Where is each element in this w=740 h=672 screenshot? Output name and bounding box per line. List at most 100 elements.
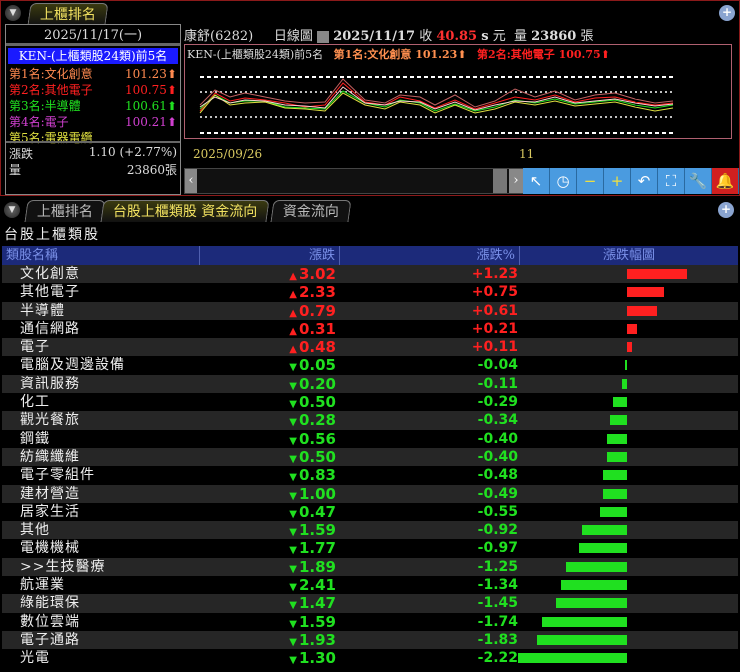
clock-icon[interactable]: ◷ bbox=[550, 168, 577, 194]
pct-bar bbox=[602, 488, 627, 499]
zoom-in-icon-2[interactable]: + bbox=[718, 202, 734, 218]
tab-otc-sector-flow[interactable]: 台股上櫃類股 資金流向 bbox=[100, 200, 270, 222]
table-row[interactable]: 電機機械 ▼ 1.77 -0.97 bbox=[2, 539, 738, 557]
table-row[interactable]: 紡織纖維 ▼ 0.50 -0.40 bbox=[2, 447, 738, 467]
sector-name: 建材營造 bbox=[20, 485, 80, 502]
cursor-icon[interactable]: ↖ bbox=[523, 168, 550, 194]
change-value: 3.02 bbox=[298, 265, 336, 283]
zoom-plus-icon[interactable]: + bbox=[604, 168, 631, 194]
col-change[interactable]: 漲跌 bbox=[200, 246, 340, 265]
sector-name: 其他電子 bbox=[20, 284, 80, 301]
pct-value: -2.22 bbox=[477, 650, 518, 667]
pct-value: -0.34 bbox=[477, 412, 518, 429]
table-row[interactable]: 化工 ▼ 0.50 -0.29 bbox=[2, 393, 738, 411]
table-row[interactable]: 半導體 ▲ 0.79 +0.61 bbox=[2, 301, 738, 320]
table-row[interactable]: 光電 ▼ 1.30 -2.22 bbox=[2, 649, 738, 667]
col-pct[interactable]: 漲跌% bbox=[340, 246, 520, 265]
table-row[interactable]: 電子通路 ▼ 1.93 -1.83 bbox=[2, 630, 738, 650]
menu-dropdown-icon-2[interactable]: ▼ bbox=[4, 202, 20, 218]
change-value: 0.79 bbox=[298, 301, 336, 320]
sector-name: 綠能環保 bbox=[20, 595, 80, 612]
table-row[interactable]: 數位雲端 ▼ 1.59 -1.74 bbox=[2, 613, 738, 631]
chart-type-dropdown[interactable] bbox=[317, 30, 330, 43]
rank-label: 第1名:文化創意 bbox=[9, 67, 93, 81]
pct-bar bbox=[610, 415, 627, 426]
table-row[interactable]: 資訊服務 ▼ 0.20 -0.11 bbox=[2, 374, 738, 394]
settings-wrench-icon[interactable]: 🔧 bbox=[685, 168, 712, 194]
table-row[interactable]: 建材營造 ▼ 1.00 -0.49 bbox=[2, 484, 738, 503]
table-row[interactable]: 電子零組件 ▼ 0.83 -0.48 bbox=[2, 466, 738, 484]
tab-otc-ranking[interactable]: 上櫃排名 bbox=[27, 3, 109, 25]
pct-bar bbox=[555, 598, 627, 609]
chart-scrollbar[interactable]: ‹ › bbox=[184, 168, 524, 194]
table-row[interactable]: 居家生活 ▼ 0.47 -0.55 bbox=[2, 503, 738, 521]
change-value: 0.83 bbox=[298, 466, 336, 485]
table-row[interactable]: 文化創意 ▲ 3.02 +1.23 bbox=[2, 265, 738, 284]
pct-value: +0.11 bbox=[471, 339, 518, 356]
table-row[interactable]: 綠能環保 ▼ 1.47 -1.45 bbox=[2, 594, 738, 613]
pct-value: -0.92 bbox=[477, 522, 518, 539]
scroll-right-button[interactable]: › bbox=[509, 169, 523, 193]
fit-screen-icon[interactable]: ⛶ bbox=[658, 168, 685, 194]
pct-bar bbox=[561, 580, 627, 591]
list-title: KEN-(上櫃類股24類)前5名 bbox=[8, 48, 178, 64]
tab-otc-ranking-2[interactable]: 上櫃排名 bbox=[24, 200, 106, 222]
pct-value: -0.48 bbox=[477, 467, 518, 484]
arrow-down-icon: ▼ bbox=[289, 545, 297, 557]
sector-name: 紡織纖維 bbox=[20, 448, 80, 465]
arrow-down-icon: ▼ bbox=[289, 527, 297, 539]
sector-name: 鋼鐵 bbox=[20, 430, 50, 447]
sector-name: 電子通路 bbox=[20, 631, 80, 648]
rank-value: 101.23 bbox=[124, 67, 167, 81]
chart-header: 康舒(6282) 日線圖 2025/11/17 收 40.85 s 元 量 23… bbox=[184, 25, 594, 44]
ranking-list: 2025/11/17(一) KEN-(上櫃類股24類)前5名 第1名:文化創意 1… bbox=[5, 24, 181, 195]
arrow-down-icon: ▼ bbox=[289, 417, 297, 429]
table-row[interactable]: 觀光餐旅 ▼ 0.28 -0.34 bbox=[2, 411, 738, 430]
table-row[interactable]: 其他電子 ▲ 2.33 +0.75 bbox=[2, 283, 738, 301]
scroll-left-button[interactable]: ‹ bbox=[185, 169, 197, 193]
pct-value: -0.97 bbox=[477, 540, 518, 557]
undo-icon[interactable]: ↶ bbox=[631, 168, 658, 194]
pct-bar bbox=[607, 433, 627, 444]
table-row[interactable]: >>生技醫療 ▼ 1.89 -1.25 bbox=[2, 557, 738, 577]
pct-bar bbox=[603, 470, 627, 481]
sector-name: 觀光餐旅 bbox=[20, 412, 80, 429]
menu-dropdown-icon[interactable]: ▼ bbox=[5, 5, 21, 21]
volume-value: 23860張 bbox=[126, 163, 177, 177]
table-row[interactable]: 通信網路 ▲ 0.31 +0.21 bbox=[2, 320, 738, 338]
table-row[interactable]: 航運業 ▼ 2.41 -1.34 bbox=[2, 576, 738, 594]
zoom-in-icon[interactable]: + bbox=[719, 5, 735, 21]
line-chart[interactable]: KEN-(上櫃類股24類)前5名 第1名:文化創意 101.23⬆ 第2名:其他… bbox=[184, 44, 732, 139]
rank-item[interactable]: 第2名:其他電子 100.75⬆ bbox=[6, 82, 180, 98]
alert-bell-icon[interactable]: 🔔 bbox=[712, 168, 739, 194]
rank-item[interactable]: 第1名:文化創意 101.23⬆ bbox=[6, 66, 180, 82]
section-title: 台股上櫃類股 bbox=[4, 227, 100, 243]
change-value: 0.05 bbox=[298, 356, 336, 375]
change-value: 1.77 bbox=[298, 539, 336, 558]
x-label-start: 2025/09/26 bbox=[193, 147, 263, 161]
table-row[interactable]: 電腦及週邊設備 ▼ 0.05 -0.04 bbox=[2, 356, 738, 374]
col-chart[interactable]: 漲跌幅圖 bbox=[520, 246, 738, 265]
volume: 23860 bbox=[531, 29, 577, 44]
table-row[interactable]: 鋼鐵 ▼ 0.56 -0.40 bbox=[2, 430, 738, 448]
table-row[interactable]: 其他 ▼ 1.59 -0.92 bbox=[2, 521, 738, 540]
change-value: 1.93 bbox=[298, 630, 336, 649]
rank-item[interactable]: 第4名:電子 100.21⬆ bbox=[6, 114, 180, 130]
rank-item[interactable]: 第3名:半導體 100.61⬆ bbox=[6, 98, 180, 114]
change-value: 1.89 bbox=[298, 557, 336, 576]
zoom-out-icon[interactable]: − bbox=[577, 168, 604, 194]
pct-bar bbox=[621, 378, 627, 389]
scroll-thumb[interactable] bbox=[493, 169, 507, 193]
arrow-up-icon: ▲ bbox=[289, 325, 297, 337]
change-value: 0.50 bbox=[298, 393, 336, 412]
rank-label: 第3名:半導體 bbox=[9, 99, 81, 113]
stock-name: 康舒(6282) bbox=[184, 29, 254, 44]
col-name[interactable]: 類股名稱 bbox=[2, 246, 200, 265]
arrow-down-icon: ▼ bbox=[289, 636, 297, 648]
chart-toolbar: ↖ ◷ − + ↶ ⛶ 🔧 🔔 bbox=[523, 168, 739, 194]
x-label-mid: 11 bbox=[519, 147, 535, 161]
rank-value: 100.21 bbox=[124, 115, 167, 129]
change-value: 1.59 bbox=[298, 612, 336, 631]
table-row[interactable]: 電子 ▲ 0.48 +0.11 bbox=[2, 338, 738, 357]
tab-fund-flow[interactable]: 資金流向 bbox=[270, 200, 352, 222]
